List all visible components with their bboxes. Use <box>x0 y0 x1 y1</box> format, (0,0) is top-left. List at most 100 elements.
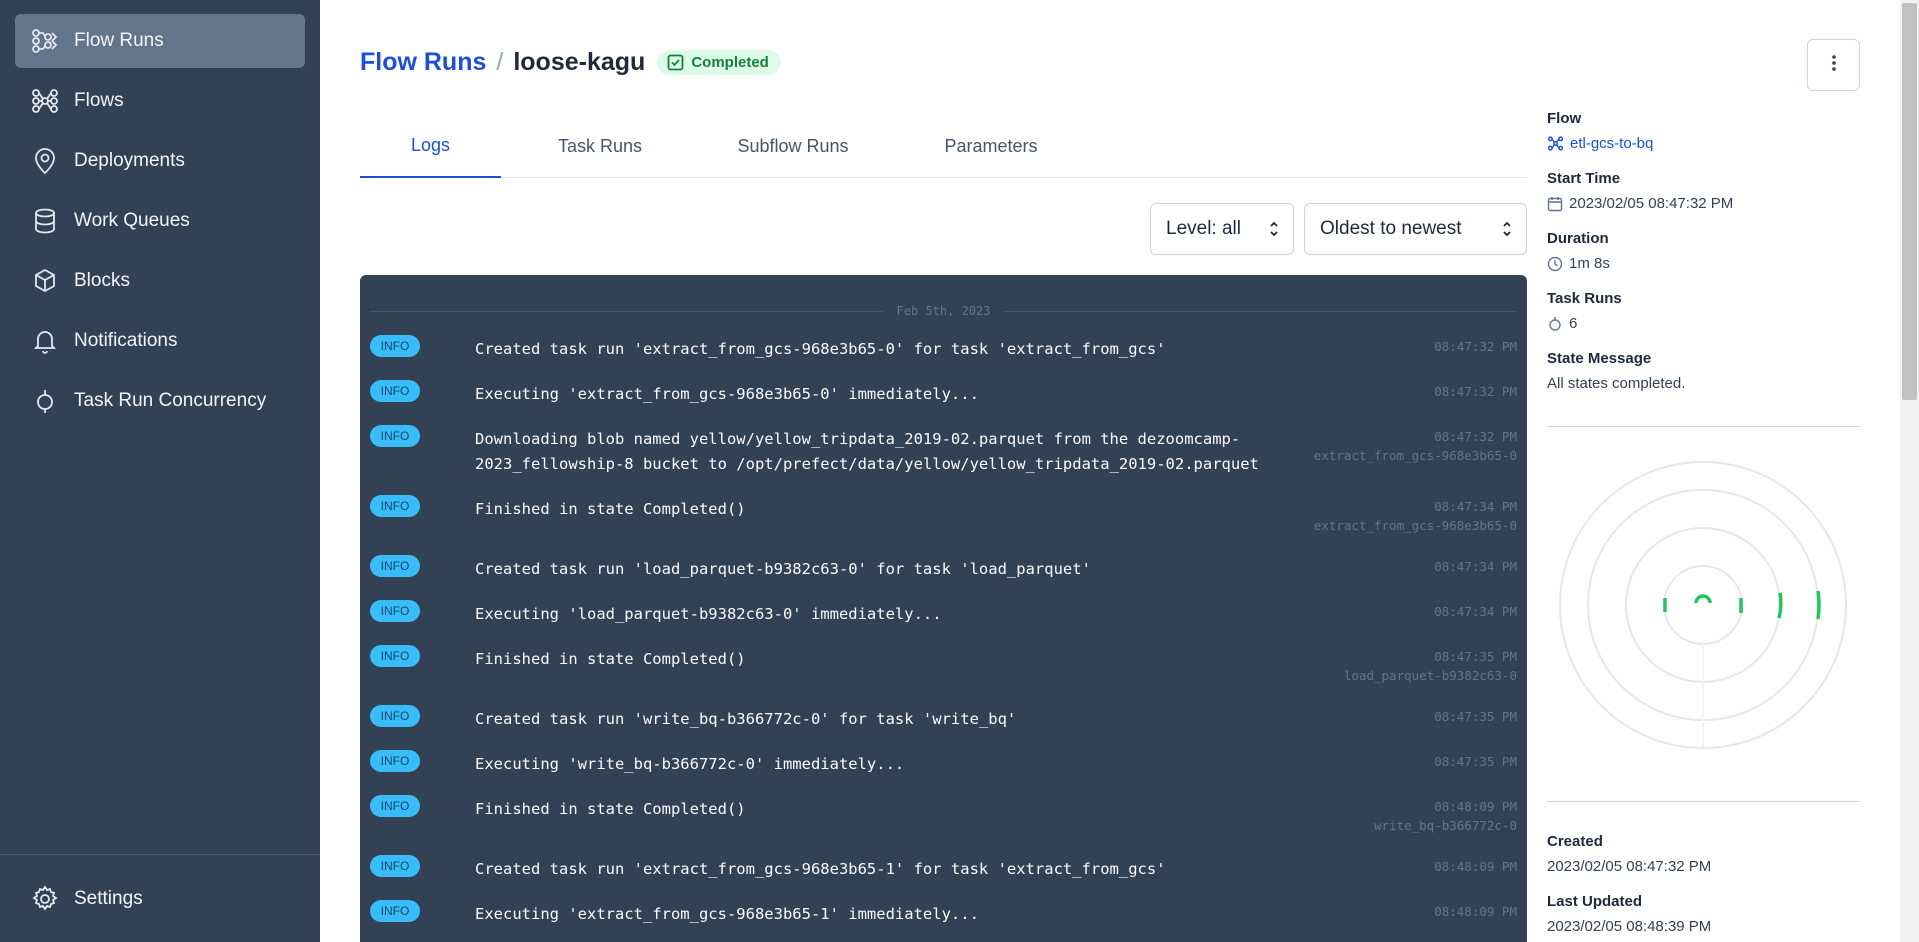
log-level-badge: INFO <box>370 425 420 447</box>
concurrency-icon <box>30 386 60 416</box>
sort-select[interactable]: Oldest to newest <box>1304 203 1527 255</box>
page-title: loose-kagu <box>513 48 646 76</box>
select-arrows-icon <box>1502 220 1512 244</box>
log-task-name: extract_from_gcs-968e3b65-0 <box>1313 448 1517 463</box>
sidebar-item-flows[interactable]: Flows <box>15 74 305 128</box>
sidebar-item-label: Flow Runs <box>74 30 164 51</box>
created-value: 2023/02/05 08:47:32 PM <box>1547 858 1712 875</box>
log-level-badge: INFO <box>370 855 420 877</box>
tab-parameters[interactable]: Parameters <box>887 115 1095 178</box>
log-message: Finished in state Completed() <box>475 800 746 818</box>
gear-icon <box>30 884 60 914</box>
log-viewer[interactable]: Feb 5th, 2023 INFO Created task run 'ext… <box>360 275 1527 942</box>
task-runs-label: Task Runs <box>1547 290 1622 307</box>
location-pin-icon <box>30 146 60 176</box>
sidebar-settings-label: Settings <box>74 888 143 909</box>
log-message: Executing 'load_parquet-b9382c63-0' imme… <box>475 605 942 623</box>
sidebar-item-notifications[interactable]: Notifications <box>15 314 305 368</box>
log-message: Created task run 'extract_from_gcs-968e3… <box>475 860 1166 878</box>
log-time: 08:47:34 PM <box>1434 499 1517 514</box>
sidebar: Flow Runs Flows Deployments Work Queues … <box>0 0 320 942</box>
last-updated-value: 2023/02/05 08:48:39 PM <box>1547 918 1712 935</box>
log-date-divider: Feb 5th, 2023 <box>370 304 1518 318</box>
flow-value[interactable]: etl-gcs-to-bq <box>1547 135 1653 152</box>
log-time: 08:47:34 PM <box>1434 604 1517 619</box>
log-message: Executing 'write_bq-b366772c-0' immediat… <box>475 755 905 773</box>
log-message: Created task run 'extract_from_gcs-968e3… <box>475 340 1166 358</box>
page-scrollbar[interactable] <box>1900 0 1919 942</box>
log-task-name: load_parquet-b9382c63-0 <box>1343 668 1517 683</box>
state-message-label: State Message <box>1547 350 1652 367</box>
duration-label: Duration <box>1547 230 1609 247</box>
flow-icon <box>1547 136 1564 151</box>
log-level-badge: INFO <box>370 555 420 577</box>
calendar-icon <box>1547 196 1563 212</box>
log-time: 08:48:09 PM <box>1434 859 1517 874</box>
created-label: Created <box>1547 833 1603 850</box>
log-level-badge: INFO <box>370 600 420 622</box>
log-message: Finished in state Completed() <box>475 650 746 668</box>
tab-task-runs[interactable]: Task Runs <box>501 115 699 178</box>
log-date-label: Feb 5th, 2023 <box>896 304 991 318</box>
log-message: Finished in state Completed() <box>475 500 746 518</box>
tab-subflow-runs[interactable]: Subflow Runs <box>699 115 887 178</box>
status-badge: Completed <box>657 50 781 75</box>
task-runs-value: 6 <box>1547 315 1577 332</box>
sidebar-item-task-run-concurrency[interactable]: Task Run Concurrency <box>15 374 305 428</box>
log-time: 08:48:09 PM <box>1434 799 1517 814</box>
cube-icon <box>30 266 60 296</box>
log-time: 08:47:32 PM <box>1434 339 1517 354</box>
breadcrumb-flow-runs-link[interactable]: Flow Runs <box>360 48 486 77</box>
log-level-badge: INFO <box>370 645 420 667</box>
log-level-badge: INFO <box>370 335 420 357</box>
start-time-label: Start Time <box>1547 170 1621 187</box>
bell-icon <box>30 326 60 356</box>
clock-icon <box>1547 256 1563 272</box>
sidebar-item-label: Flows <box>74 90 124 111</box>
flow-link[interactable]: etl-gcs-to-bq <box>1570 135 1653 152</box>
log-level-badge: INFO <box>370 900 420 922</box>
log-level-badge: INFO <box>370 795 420 817</box>
sidebar-divider <box>0 854 320 855</box>
tab-logs[interactable]: Logs <box>360 115 501 178</box>
sidebar-item-settings[interactable]: Settings <box>15 872 305 926</box>
log-time: 08:47:35 PM <box>1434 709 1517 724</box>
sort-select-value: Oldest to newest <box>1320 218 1462 239</box>
more-menu-button[interactable] <box>1807 39 1860 91</box>
sidebar-item-label: Deployments <box>74 150 185 171</box>
level-select-value: Level: all <box>1166 218 1241 239</box>
log-level-badge: INFO <box>370 705 420 727</box>
log-level-badge: INFO <box>370 750 420 772</box>
task-run-icon <box>1547 316 1563 332</box>
sidebar-item-label: Task Run Concurrency <box>74 390 267 411</box>
sidebar-item-work-queues[interactable]: Work Queues <box>15 194 305 248</box>
level-select[interactable]: Level: all <box>1150 203 1294 255</box>
kebab-menu-icon <box>1831 54 1837 77</box>
log-time: 08:47:34 PM <box>1434 559 1517 574</box>
sidebar-item-flow-runs[interactable]: Flow Runs <box>15 14 305 68</box>
select-arrows-icon <box>1269 220 1279 244</box>
task-run-radar-graph[interactable] <box>1547 455 1860 755</box>
sidebar-item-label: Blocks <box>74 270 130 291</box>
state-message-value: All states completed. <box>1547 375 1686 392</box>
log-time: 08:47:32 PM <box>1434 429 1517 444</box>
app: Flow Runs Flows Deployments Work Queues … <box>0 0 1919 942</box>
sidebar-item-deployments[interactable]: Deployments <box>15 134 305 188</box>
last-updated-label: Last Updated <box>1547 893 1643 910</box>
log-time: 08:47:32 PM <box>1434 384 1517 399</box>
breadcrumb-separator: / <box>496 48 504 76</box>
log-level-badge: INFO <box>370 380 420 402</box>
scrollbar-thumb[interactable] <box>1902 3 1917 400</box>
check-square-icon <box>667 54 684 71</box>
log-task-name: extract_from_gcs-968e3b65-0 <box>1313 518 1517 533</box>
details-divider <box>1547 426 1860 427</box>
flow-runs-icon <box>30 26 60 56</box>
duration-value: 1m 8s <box>1547 255 1610 272</box>
sidebar-item-label: Notifications <box>74 330 178 351</box>
sidebar-item-label: Work Queues <box>74 210 190 231</box>
task-runs-count: 6 <box>1569 315 1578 332</box>
sidebar-item-blocks[interactable]: Blocks <box>15 254 305 308</box>
log-message: Downloading blob named yellow/yellow_tri… <box>475 430 1259 473</box>
log-message: Executing 'extract_from_gcs-968e3b65-0' … <box>475 385 979 403</box>
log-time: 08:47:35 PM <box>1434 649 1517 664</box>
